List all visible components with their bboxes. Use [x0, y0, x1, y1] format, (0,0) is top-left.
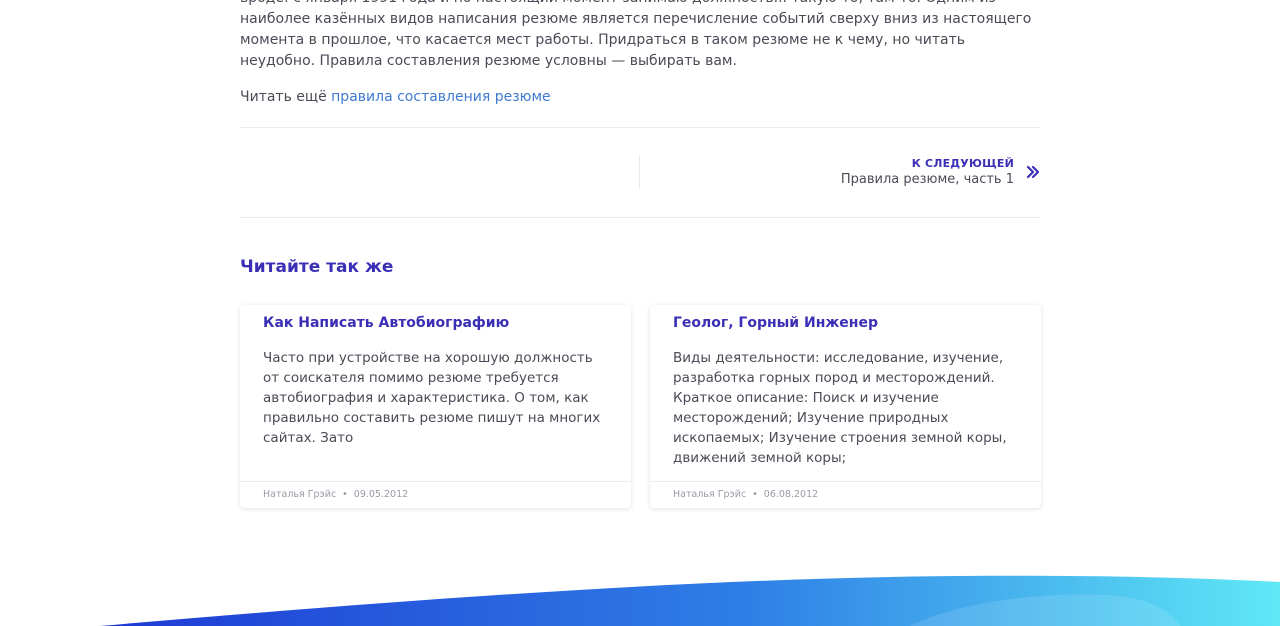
read-more: Читать ещё правила составления резюме: [240, 87, 551, 107]
related-card[interactable]: Геолог, Горный Инженер Виды деятельности…: [650, 305, 1041, 508]
divider-top: [240, 127, 1040, 128]
footer-wave: [100, 575, 1280, 626]
related-card[interactable]: Как Написать Автобиографию Часто при уст…: [240, 305, 631, 508]
meta-separator: •: [752, 489, 758, 500]
read-more-link[interactable]: правила составления резюме: [331, 89, 550, 105]
next-title: Правила резюме, часть 1: [840, 172, 1014, 187]
card-title[interactable]: Как Написать Автобиографию: [263, 313, 509, 333]
card-excerpt: Часто при устройстве на хорошую должност…: [263, 350, 601, 446]
card-date: 06.08.2012: [763, 489, 819, 500]
card-divider: [240, 481, 631, 482]
related-heading: Читайте так же: [240, 257, 394, 277]
read-more-prefix: Читать ещё: [240, 89, 327, 105]
divider-bottom: [240, 217, 1040, 218]
card-divider: [650, 481, 1041, 482]
card-date: 09.05.2012: [353, 489, 409, 500]
double-chevron-right-icon: [1026, 165, 1040, 179]
next-article-link[interactable]: К СЛЕДУЮЩЕЙ Правила резюме, часть 1: [841, 156, 1040, 188]
pagination-separator: [639, 155, 640, 189]
card-meta: Наталья Грэйс • 09.05.2012: [263, 488, 408, 502]
card-excerpt: Виды деятельности: исследование, изучени…: [673, 350, 1007, 466]
article-paragraph: вроде: с января 1991 года и по настоящий…: [240, 0, 1032, 69]
meta-separator: •: [342, 489, 348, 500]
next-label: К СЛЕДУЮЩЕЙ: [911, 157, 1014, 170]
card-author: Наталья Грэйс: [263, 489, 337, 500]
card-author: Наталья Грэйс: [673, 489, 747, 500]
card-title[interactable]: Геолог, Горный Инженер: [673, 313, 878, 333]
card-meta: Наталья Грэйс • 06.08.2012: [673, 488, 818, 502]
